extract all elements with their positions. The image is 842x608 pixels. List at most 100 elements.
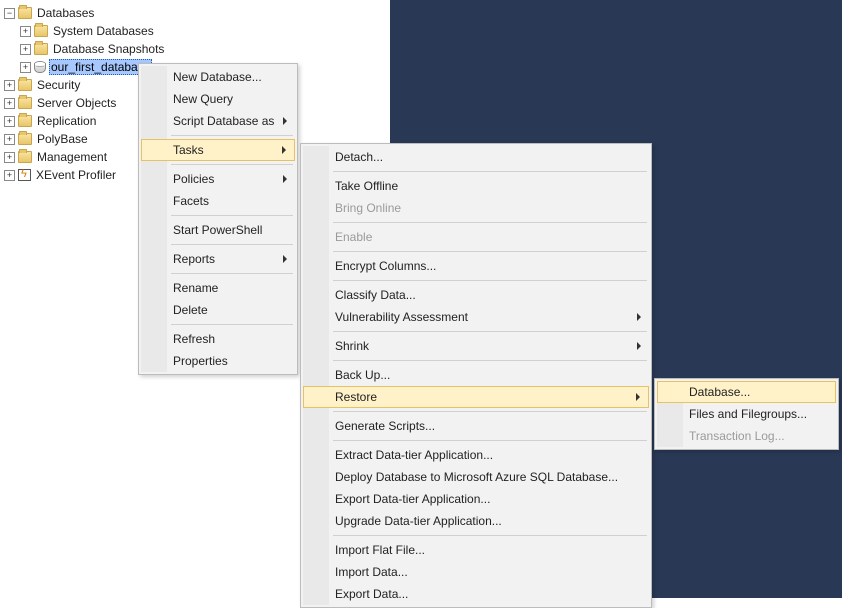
- menu-item-export-dt[interactable]: Export Data-tier Application...: [303, 488, 649, 510]
- menu-item-import-flat-file[interactable]: Import Flat File...: [303, 539, 649, 561]
- menu-item-restore-transaction-log: Transaction Log...: [657, 425, 836, 447]
- submenu-arrow-icon: [637, 342, 641, 350]
- menu-separator: [333, 222, 647, 223]
- menu-separator: [333, 251, 647, 252]
- menu-separator: [333, 535, 647, 536]
- expand-icon[interactable]: +: [20, 62, 31, 73]
- menu-item-restore-files-filegroups[interactable]: Files and Filegroups...: [657, 403, 836, 425]
- submenu-arrow-icon: [282, 146, 286, 154]
- expand-icon[interactable]: +: [4, 80, 15, 91]
- menu-item-back-up[interactable]: Back Up...: [303, 364, 649, 386]
- menu-label: Refresh: [173, 332, 215, 346]
- menu-item-encrypt-columns[interactable]: Encrypt Columns...: [303, 255, 649, 277]
- tree-label: Server Objects: [35, 96, 118, 110]
- menu-label: Enable: [335, 230, 372, 244]
- expand-icon[interactable]: +: [4, 116, 15, 127]
- tree-label: System Databases: [51, 24, 156, 38]
- menu-item-tasks[interactable]: Tasks: [141, 139, 295, 161]
- menu-label: Vulnerability Assessment: [335, 310, 468, 324]
- menu-item-refresh[interactable]: Refresh: [141, 328, 295, 350]
- menu-label: Back Up...: [335, 368, 390, 382]
- menu-label: Import Data...: [335, 565, 408, 579]
- menu-label: Take Offline: [335, 179, 398, 193]
- menu-item-take-offline[interactable]: Take Offline: [303, 175, 649, 197]
- tree-node-database-snapshots[interactable]: + Database Snapshots: [20, 40, 390, 58]
- menu-separator: [333, 331, 647, 332]
- menu-item-restore-database[interactable]: Database...: [657, 381, 836, 403]
- menu-item-delete[interactable]: Delete: [141, 299, 295, 321]
- menu-separator: [333, 440, 647, 441]
- menu-item-classify-data[interactable]: Classify Data...: [303, 284, 649, 306]
- menu-item-detach[interactable]: Detach...: [303, 146, 649, 168]
- folder-icon: [18, 79, 32, 91]
- context-menu-tasks[interactable]: Detach... Take Offline Bring Online Enab…: [300, 143, 652, 608]
- database-icon: [34, 61, 46, 73]
- menu-item-import-data[interactable]: Import Data...: [303, 561, 649, 583]
- expand-icon[interactable]: +: [4, 134, 15, 145]
- menu-item-facets[interactable]: Facets: [141, 190, 295, 212]
- menu-separator: [171, 135, 293, 136]
- menu-item-export-data[interactable]: Export Data...: [303, 583, 649, 605]
- expand-icon[interactable]: +: [20, 26, 31, 37]
- tree-label: Replication: [35, 114, 98, 128]
- menu-item-vulnerability-assessment[interactable]: Vulnerability Assessment: [303, 306, 649, 328]
- tree-label: Security: [35, 78, 82, 92]
- menu-separator: [171, 215, 293, 216]
- tree-label: Database Snapshots: [51, 42, 166, 56]
- menu-item-deploy-azure[interactable]: Deploy Database to Microsoft Azure SQL D…: [303, 466, 649, 488]
- menu-separator: [171, 164, 293, 165]
- menu-item-new-database[interactable]: New Database...: [141, 66, 295, 88]
- expand-icon[interactable]: +: [4, 152, 15, 163]
- menu-item-enable: Enable: [303, 226, 649, 248]
- menu-label: Facets: [173, 194, 209, 208]
- tree-label: PolyBase: [35, 132, 90, 146]
- collapse-icon[interactable]: −: [4, 8, 15, 19]
- menu-separator: [171, 324, 293, 325]
- menu-item-rename[interactable]: Rename: [141, 277, 295, 299]
- menu-label: Encrypt Columns...: [335, 259, 436, 273]
- menu-item-reports[interactable]: Reports: [141, 248, 295, 270]
- menu-item-properties[interactable]: Properties: [141, 350, 295, 372]
- menu-label: Export Data-tier Application...: [335, 492, 490, 506]
- menu-separator: [333, 360, 647, 361]
- menu-separator: [333, 171, 647, 172]
- menu-item-policies[interactable]: Policies: [141, 168, 295, 190]
- menu-label: Shrink: [335, 339, 369, 353]
- menu-item-new-query[interactable]: New Query: [141, 88, 295, 110]
- menu-item-generate-scripts[interactable]: Generate Scripts...: [303, 415, 649, 437]
- menu-label: New Query: [173, 92, 233, 106]
- menu-separator: [333, 411, 647, 412]
- menu-item-start-powershell[interactable]: Start PowerShell: [141, 219, 295, 241]
- menu-item-upgrade-dt[interactable]: Upgrade Data-tier Application...: [303, 510, 649, 532]
- menu-separator: [333, 280, 647, 281]
- menu-label: Restore: [335, 390, 377, 404]
- menu-label: New Database...: [173, 70, 262, 84]
- xevent-profiler-icon: [18, 169, 31, 181]
- context-menu-restore[interactable]: Database... Files and Filegroups... Tran…: [654, 378, 839, 450]
- tree-node-databases[interactable]: − Databases: [4, 4, 390, 22]
- context-menu-database[interactable]: New Database... New Query Script Databas…: [138, 63, 298, 375]
- folder-icon: [18, 151, 32, 163]
- menu-label: Extract Data-tier Application...: [335, 448, 493, 462]
- menu-label: Tasks: [173, 143, 204, 157]
- menu-label: Generate Scripts...: [335, 419, 435, 433]
- submenu-arrow-icon: [636, 393, 640, 401]
- menu-label: Script Database as: [173, 114, 274, 128]
- menu-separator: [171, 273, 293, 274]
- menu-label: Bring Online: [335, 201, 401, 215]
- menu-item-extract-dt[interactable]: Extract Data-tier Application...: [303, 444, 649, 466]
- menu-item-shrink[interactable]: Shrink: [303, 335, 649, 357]
- expand-icon[interactable]: +: [20, 44, 31, 55]
- tree-label-selected: our_first_database: [49, 59, 152, 75]
- menu-item-restore[interactable]: Restore: [303, 386, 649, 408]
- tree-node-system-databases[interactable]: + System Databases: [20, 22, 390, 40]
- menu-label: Transaction Log...: [689, 429, 785, 443]
- menu-item-script-database-as[interactable]: Script Database as: [141, 110, 295, 132]
- menu-label: Upgrade Data-tier Application...: [335, 514, 502, 528]
- menu-label: Policies: [173, 172, 214, 186]
- menu-label: Start PowerShell: [173, 223, 262, 237]
- expand-icon[interactable]: +: [4, 98, 15, 109]
- menu-item-bring-online: Bring Online: [303, 197, 649, 219]
- expand-icon[interactable]: +: [4, 170, 15, 181]
- folder-icon: [34, 43, 48, 55]
